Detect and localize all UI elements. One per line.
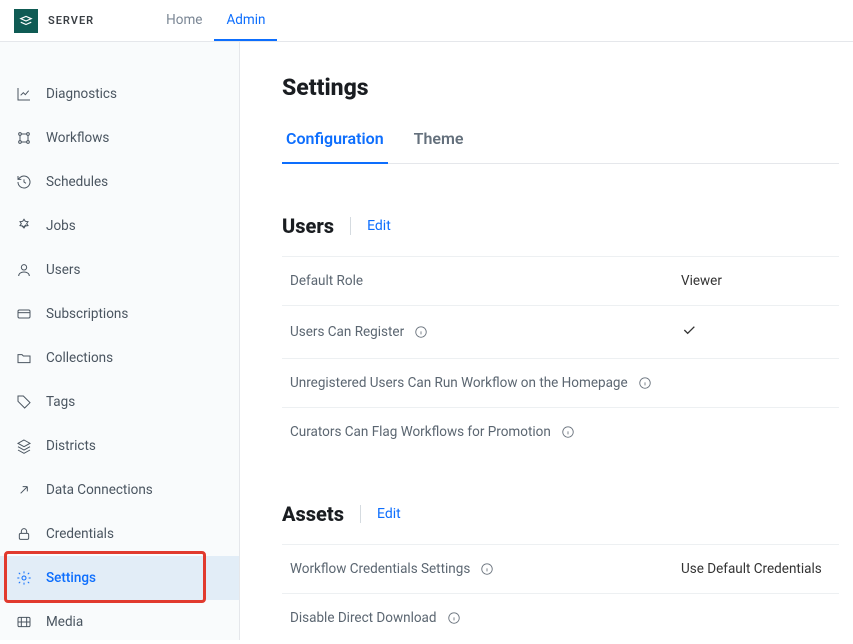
sidebar-item-label: Settings (46, 570, 96, 586)
folder-icon (16, 350, 32, 366)
row-curators-flag: Curators Can Flag Workflows for Promotio… (282, 407, 839, 456)
layers-icon (16, 438, 32, 454)
sidebar-item-label: Media (46, 614, 83, 630)
divider (350, 217, 351, 235)
card-icon (16, 306, 32, 322)
section-assets: Assets Edit Workflow Credentials Setting… (282, 502, 839, 640)
row-disable-direct-download: Disable Direct Download (282, 593, 839, 640)
info-icon[interactable] (414, 325, 428, 339)
sidebar-item-media[interactable]: Media (0, 600, 239, 644)
sidebar-item-label: Districts (46, 438, 96, 454)
tab-theme[interactable]: Theme (410, 129, 468, 164)
row-label: Users Can Register (290, 324, 404, 340)
check-badge-icon (16, 218, 32, 234)
row-label: Curators Can Flag Workflows for Promotio… (290, 424, 551, 440)
sidebar-item-label: Workflows (46, 130, 109, 146)
arrow-diag-icon (16, 482, 32, 498)
row-users-can-register: Users Can Register (282, 305, 839, 358)
top-bar: SERVER Home Admin (0, 0, 853, 42)
chart-icon (16, 86, 32, 102)
divider (360, 505, 361, 523)
sidebar-item-credentials[interactable]: Credentials (0, 512, 239, 556)
row-label: Unregistered Users Can Run Workflow on t… (290, 375, 628, 391)
sidebar-item-users[interactable]: Users (0, 248, 239, 292)
sidebar-item-label: Subscriptions (46, 306, 128, 322)
gear-icon (16, 570, 32, 586)
sidebar-item-districts[interactable]: Districts (0, 424, 239, 468)
sidebar-item-schedules[interactable]: Schedules (0, 160, 239, 204)
lock-icon (16, 526, 32, 542)
section-title-users: Users (282, 214, 334, 238)
sidebar-item-label: Credentials (46, 526, 114, 542)
section-title-assets: Assets (282, 502, 344, 526)
highlight-box (4, 551, 206, 603)
sidebar-item-collections[interactable]: Collections (0, 336, 239, 380)
row-unregistered-run: Unregistered Users Can Run Workflow on t… (282, 358, 839, 407)
sidebar-item-subscriptions[interactable]: Subscriptions (0, 292, 239, 336)
sidebar-item-workflows[interactable]: Workflows (0, 116, 239, 160)
sidebar-item-label: Diagnostics (46, 86, 117, 102)
info-icon[interactable] (561, 425, 575, 439)
row-workflow-credentials: Workflow Credentials Settings Use Defaul… (282, 544, 839, 593)
row-value: Use Default Credentials (681, 561, 831, 577)
sidebar-item-jobs[interactable]: Jobs (0, 204, 239, 248)
sidebar-item-label: Schedules (46, 174, 108, 190)
media-icon (16, 614, 32, 630)
page-title: Settings (282, 74, 839, 101)
sidebar: Diagnostics Workflows Schedules Jobs Use… (0, 42, 240, 640)
main-content: Settings Configuration Theme Users Edit … (240, 42, 853, 640)
edit-assets-link[interactable]: Edit (377, 506, 401, 522)
logo-text: SERVER (48, 14, 94, 27)
user-icon (16, 262, 32, 278)
top-nav: Home Admin (154, 0, 277, 41)
edit-users-link[interactable]: Edit (367, 218, 391, 234)
info-icon[interactable] (447, 611, 461, 625)
sidebar-item-label: Users (46, 262, 80, 278)
sidebar-item-label: Jobs (46, 218, 76, 234)
tab-configuration[interactable]: Configuration (282, 129, 388, 164)
info-icon[interactable] (638, 376, 652, 390)
tag-icon (16, 394, 32, 410)
nav-home[interactable]: Home (154, 0, 214, 41)
row-value: Viewer (681, 273, 831, 289)
info-icon[interactable] (480, 562, 494, 576)
sidebar-item-diagnostics[interactable]: Diagnostics (0, 72, 239, 116)
row-label: Disable Direct Download (290, 610, 437, 626)
logo-icon (14, 9, 38, 33)
sidebar-item-tags[interactable]: Tags (0, 380, 239, 424)
section-users: Users Edit Default Role Viewer Users Can… (282, 214, 839, 456)
workflow-icon (16, 130, 32, 146)
history-icon (16, 174, 32, 190)
nav-admin[interactable]: Admin (214, 0, 277, 41)
sidebar-item-data-connections[interactable]: Data Connections (0, 468, 239, 512)
row-label: Workflow Credentials Settings (290, 561, 470, 577)
tabs: Configuration Theme (282, 129, 839, 164)
sidebar-item-settings[interactable]: Settings (0, 556, 239, 600)
sidebar-item-label: Data Connections (46, 482, 153, 498)
row-default-role: Default Role Viewer (282, 256, 839, 305)
sidebar-item-label: Collections (46, 350, 113, 366)
sidebar-item-label: Tags (46, 394, 75, 410)
row-label: Default Role (290, 273, 363, 289)
check-icon (681, 322, 831, 342)
